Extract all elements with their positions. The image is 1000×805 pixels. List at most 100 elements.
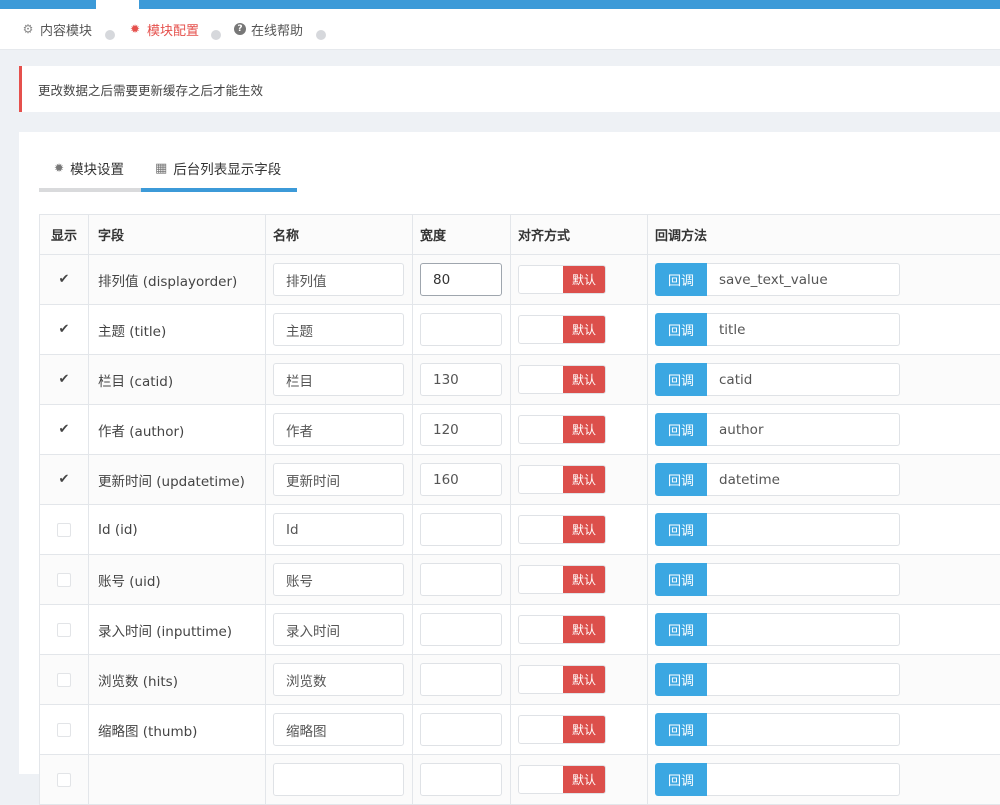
width-input[interactable] <box>420 563 502 596</box>
table-row: ✔ 作者 (author) 作者 120 默认 回调 author <box>40 405 1000 455</box>
name-input[interactable]: 录入时间 <box>273 613 404 646</box>
nav-item-online-help[interactable]: ? 在线帮助 <box>234 9 303 49</box>
align-toggle[interactable]: 默认 <box>518 415 606 444</box>
callback-input[interactable]: datetime <box>707 463 900 496</box>
callback-input[interactable] <box>707 563 900 596</box>
name-input[interactable] <box>273 763 404 796</box>
callback-button[interactable]: 回调 <box>655 763 707 796</box>
nav-item-content-module[interactable]: ⚙ 内容模块 <box>21 9 92 49</box>
align-toggle[interactable]: 默认 <box>518 315 606 344</box>
callback-cell: 回调 <box>648 505 1000 554</box>
show-checkbox[interactable] <box>57 572 71 587</box>
name-input[interactable]: 主题 <box>273 313 404 346</box>
tab-list-fields[interactable]: ▦ 后台列表显示字段 <box>155 148 281 188</box>
align-toggle[interactable]: 默认 <box>518 565 606 594</box>
width-input[interactable] <box>420 663 502 696</box>
callback-cell: 回调 <box>648 705 1000 754</box>
name-input[interactable]: Id <box>273 513 404 546</box>
callback-button[interactable]: 回调 <box>655 713 707 746</box>
callback-button[interactable]: 回调 <box>655 663 707 696</box>
name-cell: 账号 <box>266 555 413 604</box>
table-icon: ▦ <box>155 160 168 176</box>
callback-input[interactable]: save_text_value <box>707 263 900 296</box>
align-toggle[interactable]: 默认 <box>518 665 606 694</box>
show-cell: ✔ <box>40 455 89 504</box>
callback-button[interactable]: 回调 <box>655 563 707 596</box>
show-cell: ✔ <box>40 405 89 454</box>
width-input[interactable] <box>420 313 502 346</box>
callback-input[interactable] <box>707 613 900 646</box>
name-input[interactable]: 缩略图 <box>273 713 404 746</box>
nav-item-module-config[interactable]: ✹ 模块配置 <box>128 9 199 49</box>
width-input[interactable]: 160 <box>420 463 502 496</box>
align-cell: 默认 <box>511 455 648 504</box>
width-input[interactable]: 130 <box>420 363 502 396</box>
alert-text: 更改数据之后需要更新缓存之后才能生效 <box>38 82 264 98</box>
field-cell: 排列值 (displayorder) <box>89 255 266 304</box>
callback-button[interactable]: 回调 <box>655 263 707 296</box>
callback-button[interactable]: 回调 <box>655 513 707 546</box>
width-input[interactable] <box>420 613 502 646</box>
align-toggle[interactable]: 默认 <box>518 765 606 794</box>
show-checkbox[interactable] <box>57 722 71 737</box>
align-cell: 默认 <box>511 355 648 404</box>
show-checkbox[interactable]: ✔ <box>57 272 71 287</box>
callback-button[interactable]: 回调 <box>655 463 707 496</box>
name-input[interactable]: 排列值 <box>273 263 404 296</box>
align-toggle[interactable]: 默认 <box>518 465 606 494</box>
name-input[interactable]: 浏览数 <box>273 663 404 696</box>
callback-input[interactable] <box>707 763 900 796</box>
name-input[interactable]: 更新时间 <box>273 463 404 496</box>
width-input[interactable] <box>420 763 502 796</box>
width-cell: 130 <box>413 355 511 404</box>
callback-input[interactable]: catid <box>707 363 900 396</box>
callback-input[interactable]: author <box>707 413 900 446</box>
align-cell: 默认 <box>511 305 648 354</box>
callback-input[interactable] <box>707 663 900 696</box>
tab-label: 模块设置 <box>70 162 125 178</box>
show-checkbox[interactable] <box>57 772 71 787</box>
name-input[interactable]: 账号 <box>273 563 404 596</box>
callback-button[interactable]: 回调 <box>655 313 707 346</box>
align-toggle[interactable]: 默认 <box>518 615 606 644</box>
callback-input[interactable] <box>707 713 900 746</box>
table-row: Id (id) Id 默认 回调 <box>40 505 1000 555</box>
align-toggle-label: 默认 <box>563 616 605 643</box>
question-circle-icon: ? <box>234 23 246 35</box>
width-input[interactable]: 80 <box>420 263 502 296</box>
show-cell <box>40 605 89 654</box>
show-checkbox[interactable] <box>57 672 71 687</box>
callback-input[interactable] <box>707 513 900 546</box>
width-cell <box>413 305 511 354</box>
field-cell: 作者 (author) <box>89 405 266 454</box>
callback-cell: 回调 <box>648 605 1000 654</box>
width-input[interactable]: 120 <box>420 413 502 446</box>
callback-cell: 回调 <box>648 555 1000 604</box>
callback-button[interactable]: 回调 <box>655 363 707 396</box>
align-toggle[interactable]: 默认 <box>518 715 606 744</box>
show-checkbox[interactable] <box>57 622 71 637</box>
align-cell: 默认 <box>511 755 648 804</box>
callback-cell: 回调 catid <box>648 355 1000 404</box>
tab-module-settings[interactable]: ✹ 模块设置 <box>54 148 124 188</box>
show-checkbox[interactable] <box>57 522 71 537</box>
align-toggle[interactable]: 默认 <box>518 365 606 394</box>
name-input[interactable]: 作者 <box>273 413 404 446</box>
name-cell: 排列值 <box>266 255 413 304</box>
callback-button[interactable]: 回调 <box>655 413 707 446</box>
align-toggle[interactable]: 默认 <box>518 265 606 294</box>
show-checkbox[interactable]: ✔ <box>57 322 71 337</box>
align-toggle[interactable]: 默认 <box>518 515 606 544</box>
show-checkbox[interactable]: ✔ <box>57 372 71 387</box>
width-input[interactable] <box>420 713 502 746</box>
table-row: ✔ 更新时间 (updatetime) 更新时间 160 默认 回调 datetime <box>40 455 1000 505</box>
callback-button[interactable]: 回调 <box>655 613 707 646</box>
width-cell <box>413 755 511 804</box>
show-checkbox[interactable]: ✔ <box>57 422 71 437</box>
alert-message: 更改数据之后需要更新缓存之后才能生效 <box>19 66 1000 112</box>
show-checkbox[interactable]: ✔ <box>57 472 71 487</box>
name-input[interactable]: 栏目 <box>273 363 404 396</box>
width-input[interactable] <box>420 513 502 546</box>
callback-input[interactable]: title <box>707 313 900 346</box>
field-label: Id (id) <box>98 521 138 538</box>
